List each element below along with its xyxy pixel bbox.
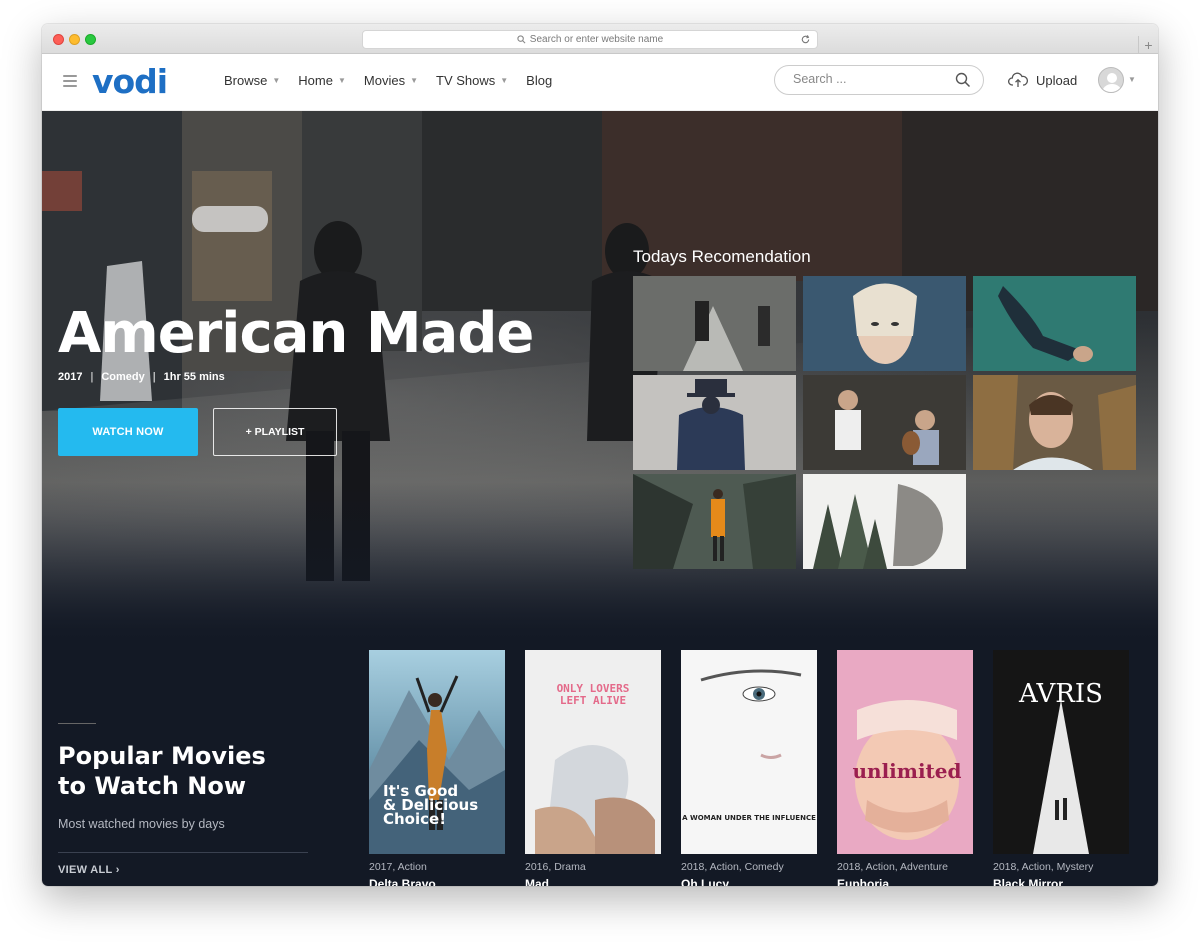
reload-icon[interactable] (800, 34, 811, 45)
search-icon[interactable] (955, 72, 971, 88)
hero-genre[interactable]: Comedy (101, 371, 144, 383)
cloud-upload-icon (1008, 72, 1028, 87)
search-field (774, 65, 984, 95)
section-line (58, 852, 308, 853)
movie-title[interactable]: Mad (525, 877, 549, 886)
view-all-label: VIEW ALL (58, 864, 113, 876)
movie-poster[interactable]: unlimited (837, 650, 973, 854)
section-divider (58, 723, 96, 724)
movie-meta: 2018, Action, Comedy (681, 861, 784, 873)
chevron-down-icon: ▼ (337, 76, 346, 85)
movie-poster[interactable]: AVRIS (993, 650, 1129, 854)
view-all-link[interactable]: VIEW ALL › (58, 864, 120, 876)
nav-label: Browse (224, 73, 268, 88)
address-bar[interactable]: Search or enter website name (362, 30, 818, 49)
recommendation-tile[interactable] (973, 375, 1136, 470)
svg-text:unlimited: unlimited (853, 759, 962, 783)
nav-item-browse[interactable]: Browse ▼ (224, 73, 280, 88)
popular-movies-section: Popular Movies to Watch Now Most watched… (42, 641, 1158, 886)
watch-now-button[interactable]: WATCH NOW (58, 408, 198, 456)
section-subtitle: Most watched movies by days (58, 817, 225, 831)
movie-poster[interactable]: A WOMAN UNDER THE INFLUENCE (681, 650, 817, 854)
hero-banner: American Made 2017 | Comedy | 1hr 55 mins WA… (42, 111, 1158, 641)
movie-title[interactable]: Oh Lucy (681, 877, 729, 886)
minimize-window-button[interactable] (69, 34, 80, 45)
movie-title[interactable]: Black Mirror (993, 877, 1063, 886)
avatar[interactable] (1098, 67, 1124, 93)
svg-text:LEFT ALIVE: LEFT ALIVE (560, 694, 626, 707)
search-icon (517, 35, 526, 44)
nav-item-home[interactable]: Home ▼ (298, 73, 346, 88)
hero-meta: 2017 | Comedy | 1hr 55 mins (58, 371, 225, 383)
recommendation-tile[interactable] (803, 375, 966, 470)
recommendation-tile[interactable] (633, 474, 796, 569)
movie-title[interactable]: Delta Bravo (369, 877, 436, 886)
chevron-right-icon: › (115, 864, 120, 876)
recommendation-tile[interactable] (633, 276, 796, 371)
recommendation-tile[interactable] (803, 276, 966, 371)
user-icon (1102, 73, 1122, 92)
section-title: Popular Movies to Watch Now (58, 742, 266, 800)
movie-title[interactable]: Euphoria (837, 877, 889, 886)
browser-window: Search or enter website name + vodi Brow… (42, 24, 1158, 886)
movie-meta: 2018, Action, Mystery (993, 861, 1094, 873)
hero-title: American Made (58, 301, 534, 366)
address-placeholder: Search or enter website name (529, 34, 664, 45)
recommendation-title: Todays Recomendation (633, 247, 811, 266)
menu-icon[interactable] (63, 75, 77, 87)
site-logo[interactable]: vodi (92, 62, 168, 101)
nav-item-blog[interactable]: Blog (526, 73, 552, 88)
chevron-down-icon: ▼ (410, 76, 418, 85)
upload-button[interactable]: Upload (1008, 72, 1077, 88)
chevron-down-icon[interactable]: ▼ (1128, 75, 1136, 84)
nav-item-tv-shows[interactable]: TV Shows ▼ (436, 73, 508, 88)
close-window-button[interactable] (53, 34, 64, 45)
recommendation-tile[interactable] (973, 276, 1136, 371)
chevron-down-icon: ▼ (272, 76, 281, 85)
recommendation-tile[interactable] (633, 375, 796, 470)
search-input[interactable] (793, 72, 943, 86)
svg-text:Choice!: Choice! (383, 810, 446, 828)
main-nav: Browse ▼ Home ▼ Movies ▼ TV Shows ▼ Blog (224, 73, 570, 88)
movie-meta: 2016, Drama (525, 861, 586, 873)
browser-toolbar: Search or enter website name + (42, 24, 1158, 54)
add-to-playlist-button[interactable]: + PLAYLIST (213, 408, 337, 456)
svg-text:A WOMAN UNDER THE INFLUENCE: A WOMAN UNDER THE INFLUENCE (682, 814, 816, 822)
hero-duration: 1hr 55 mins (163, 371, 225, 383)
upload-label: Upload (1036, 72, 1078, 88)
nav-item-movies[interactable]: Movies ▼ (364, 73, 418, 88)
nav-label: TV Shows (436, 73, 496, 88)
movie-meta: 2017, Action (369, 861, 427, 873)
nav-label: Movies (363, 73, 406, 88)
nav-label: Blog (526, 73, 553, 88)
recommendation-grid (633, 276, 1137, 570)
movie-poster[interactable]: It's Good & Delicious Choice! (369, 650, 505, 854)
hero-year: 2017 (58, 371, 83, 383)
chevron-down-icon: ▼ (500, 76, 509, 85)
recommendation-tile[interactable] (803, 474, 966, 569)
movie-poster[interactable]: ONLY LOVERS LEFT ALIVE (525, 650, 661, 854)
nav-label: Home (298, 73, 333, 88)
site-header: vodi Browse ▼ Home ▼ Movies ▼ TV Shows ▼ Blo… (42, 54, 1158, 111)
new-tab-button[interactable]: + (1138, 36, 1158, 54)
movie-meta: 2018, Action, Adventure (837, 861, 948, 873)
zoom-window-button[interactable] (85, 34, 96, 45)
svg-text:AVRIS: AVRIS (1018, 679, 1103, 709)
